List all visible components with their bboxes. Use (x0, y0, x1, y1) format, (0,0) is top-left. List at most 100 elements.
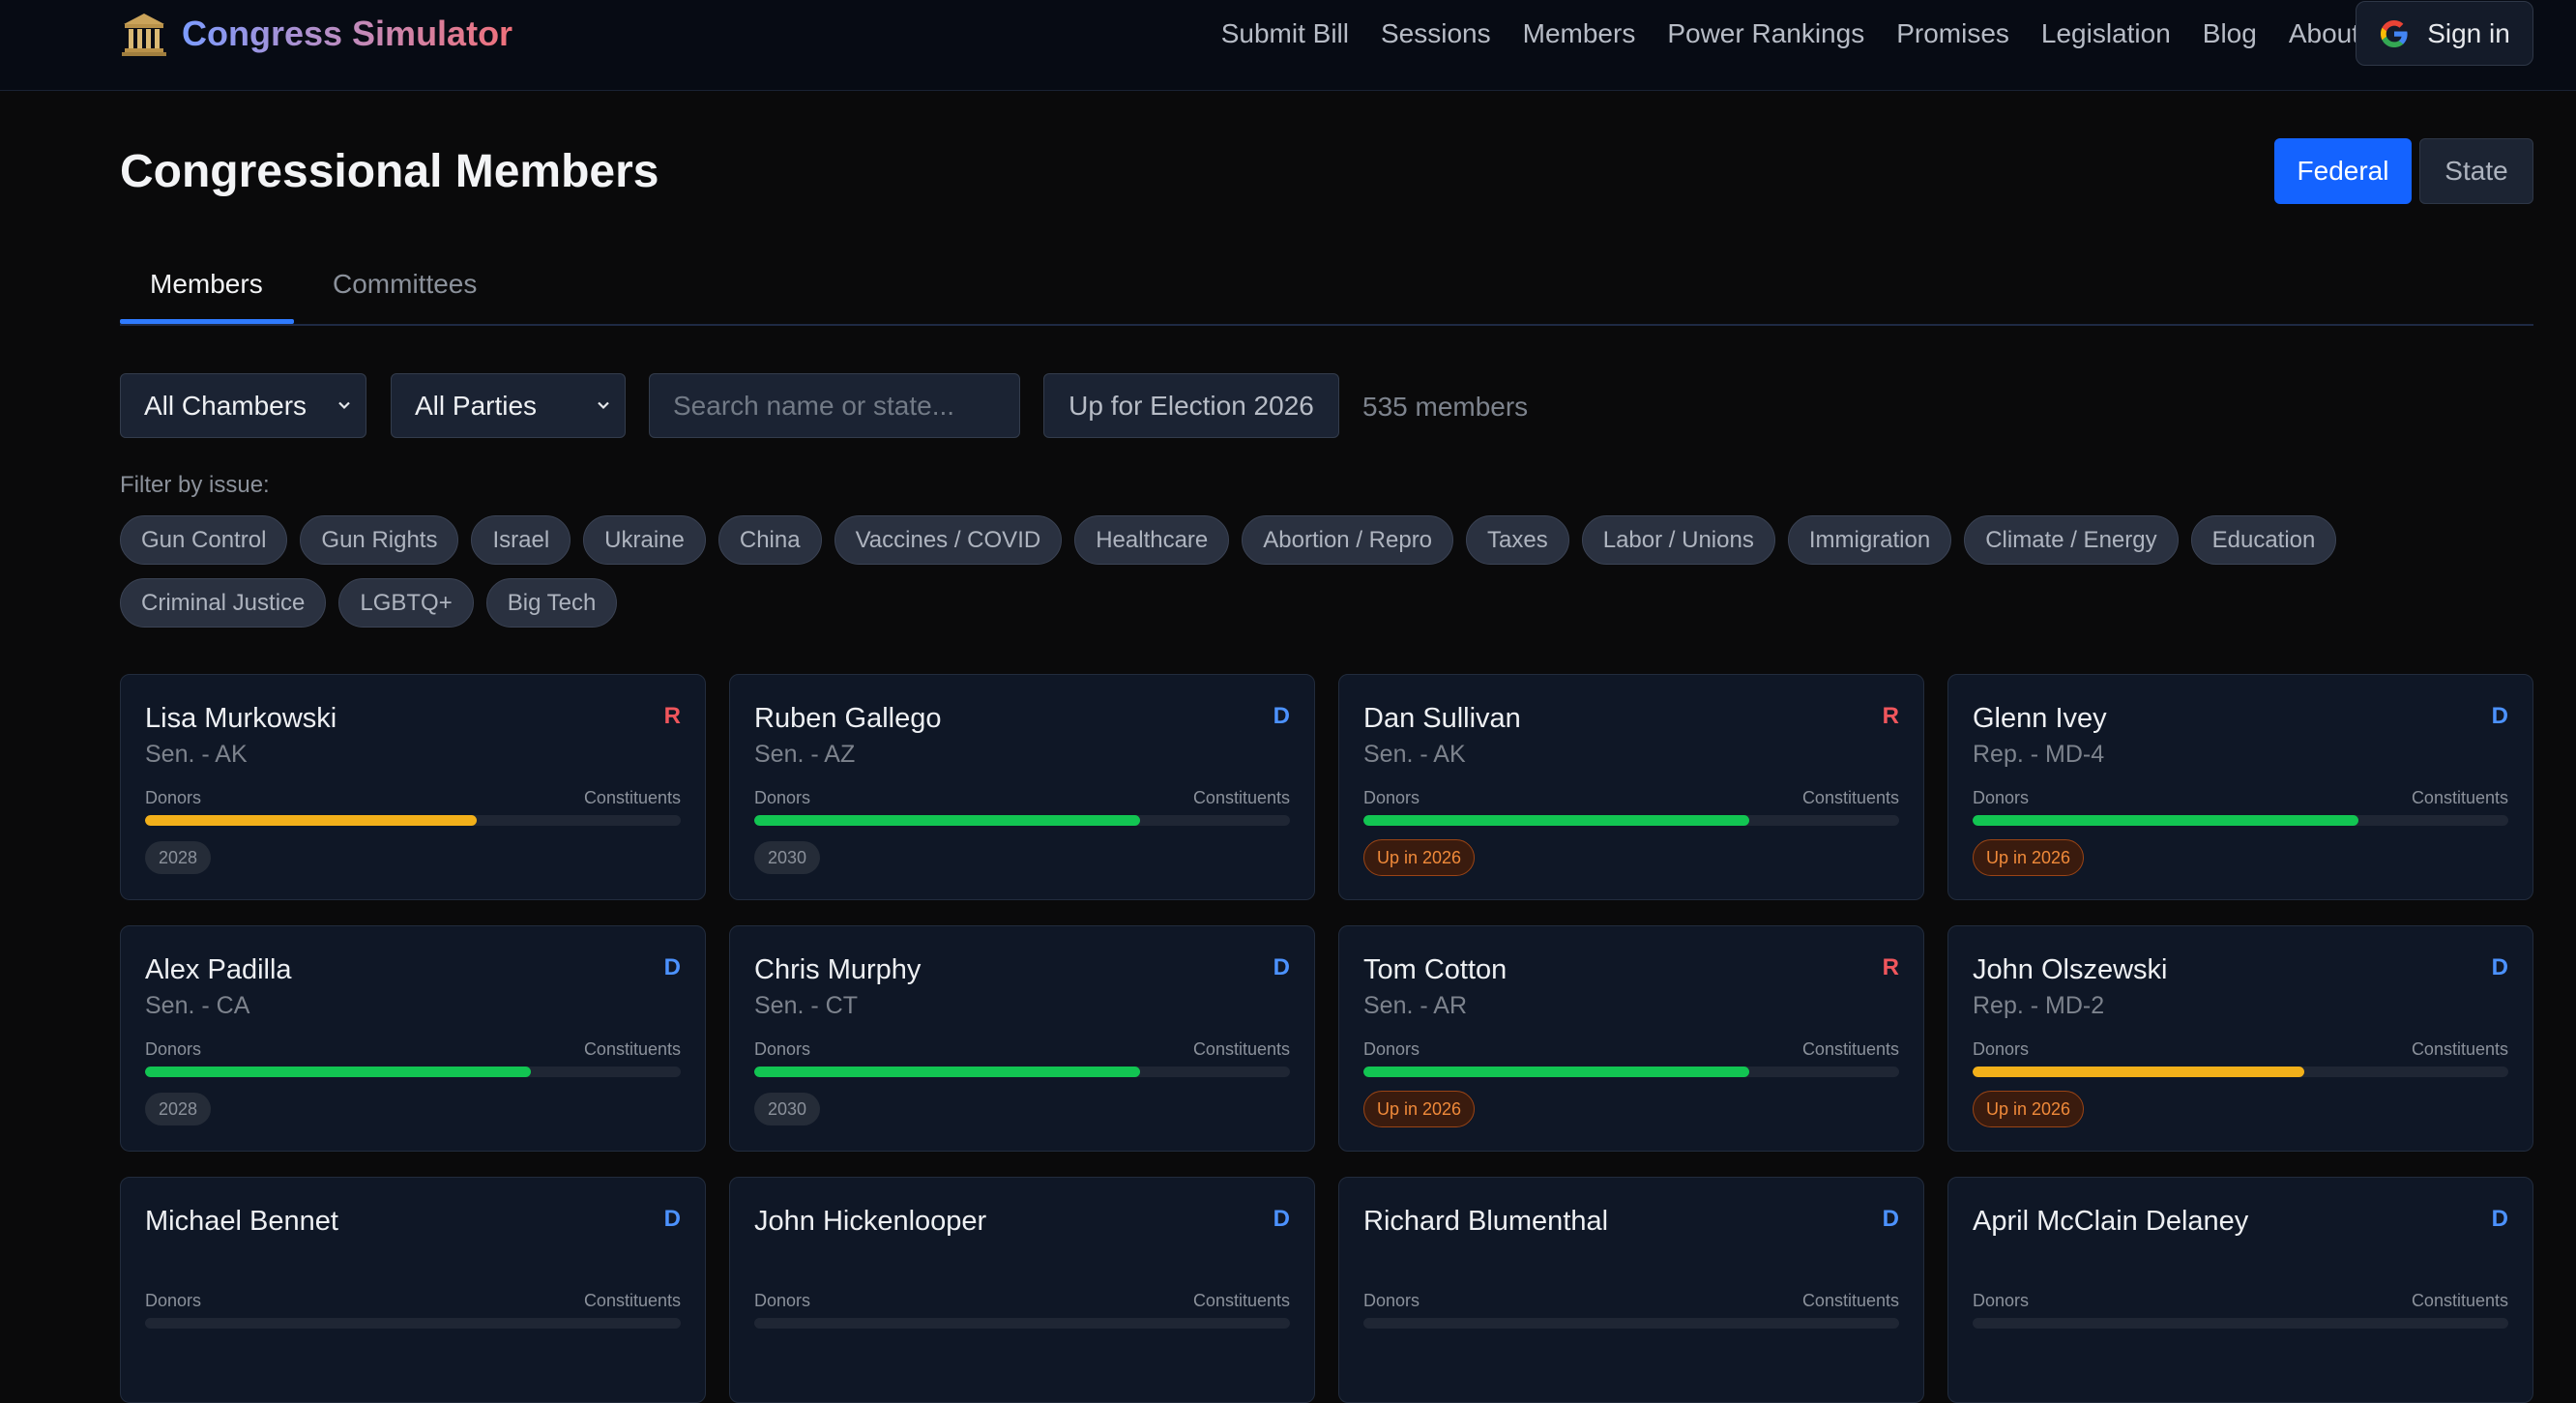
nav-members[interactable]: Members (1523, 18, 1636, 49)
member-card[interactable]: April McClain Delaney D Donors Constituents (1947, 1177, 2533, 1403)
alignment-bar-fill (145, 815, 478, 826)
member-card-grid: Lisa Murkowski R Sen. - AK Donors Constituen… (120, 674, 2533, 1403)
sign-in-button[interactable]: Sign in (2356, 1, 2533, 66)
constituents-label: Constituents (583, 1291, 681, 1310)
donors-label: Donors (1363, 788, 1420, 807)
nav-power-rankings[interactable]: Power Rankings (1667, 18, 1864, 49)
term-end-badge: 2030 (754, 1093, 821, 1125)
donors-label: Donors (1363, 1291, 1420, 1310)
alignment-bar-fill (1363, 1067, 1749, 1077)
nav-legislation[interactable]: Legislation (2041, 18, 2171, 49)
issue-chip[interactable]: Ukraine (583, 515, 706, 565)
nav-promises[interactable]: Promises (1896, 18, 2009, 49)
issue-chip[interactable]: Immigration (1787, 515, 1952, 565)
constituents-label: Constituents (1192, 788, 1290, 807)
election-2026-filter-button[interactable]: Up for Election 2026 (1043, 373, 1339, 438)
member-card[interactable]: Michael Bennet D Donors Constituents (120, 1177, 706, 1403)
alignment-bar (1363, 1318, 1899, 1329)
brand-logo[interactable]: Congress Simulator (120, 10, 512, 58)
member-card[interactable]: John Hickenlooper D Donors Constituents (729, 1177, 1315, 1403)
top-navigation-bar: Congress Simulator Submit Bill Sessions … (0, 0, 2576, 91)
issue-chip-list: Gun Control Gun Rights Israel Ukraine China V… (120, 515, 2460, 628)
chevron-down-icon (338, 401, 350, 410)
donors-label: Donors (1973, 1291, 2030, 1310)
constituents-label: Constituents (583, 1039, 681, 1059)
party-badge: D (2491, 703, 2508, 729)
alignment-bar (1973, 815, 2508, 826)
nav-sessions[interactable]: Sessions (1381, 18, 1491, 49)
member-card[interactable]: Ruben Gallego D Sen. - AZ Donors Constituent… (729, 674, 1315, 900)
tab-committees[interactable]: Committees (333, 269, 477, 300)
issue-chip[interactable]: Taxes (1466, 515, 1569, 565)
alignment-bar (145, 1318, 681, 1329)
issue-chip[interactable]: China (717, 515, 822, 565)
member-card[interactable]: Glenn Ivey D Rep. - MD-4 Donors Constituents… (1947, 674, 2533, 900)
alignment-bar-fill (1363, 815, 1749, 826)
member-card[interactable]: Richard Blumenthal D Donors Constituents (1338, 1177, 1924, 1403)
election-badge: Up in 2026 (1363, 1091, 1476, 1127)
constituents-label: Constituents (2411, 788, 2508, 807)
donors-label: Donors (145, 788, 202, 807)
donors-label: Donors (754, 788, 811, 807)
member-card[interactable]: Chris Murphy D Sen. - CT Donors Constituents… (729, 925, 1315, 1152)
issue-chip[interactable]: Israel (471, 515, 571, 565)
issue-chip[interactable]: Healthcare (1074, 515, 1230, 565)
issue-chip[interactable]: Abortion / Repro (1242, 515, 1454, 565)
member-seat: Sen. - AK (1363, 741, 1466, 768)
main-nav: Submit Bill Sessions Members Power Ranki… (1189, 0, 2359, 68)
member-name: Alex Padilla (145, 954, 292, 985)
issue-chip[interactable]: Criminal Justice (120, 578, 327, 628)
search-input[interactable] (649, 373, 1020, 438)
member-seat: Sen. - AZ (754, 741, 856, 768)
member-card[interactable]: Lisa Murkowski R Sen. - AK Donors Constituen… (120, 674, 706, 900)
chamber-select[interactable]: All Chambers (120, 373, 366, 438)
alignment-bar (145, 1067, 681, 1077)
member-card[interactable]: Dan Sullivan R Sen. - AK Donors Constituents… (1338, 674, 1924, 900)
issue-chip[interactable]: Labor / Unions (1581, 515, 1775, 565)
party-select[interactable]: All Parties (391, 373, 626, 438)
issue-chip[interactable]: LGBTQ+ (338, 578, 474, 628)
constituents-label: Constituents (2411, 1291, 2508, 1310)
member-seat: Sen. - CT (754, 992, 858, 1019)
member-card[interactable]: John Olszewski D Rep. - MD-2 Donors Constitu… (1947, 925, 2533, 1152)
tab-members[interactable]: Members (150, 269, 263, 300)
member-name: Lisa Murkowski (145, 703, 337, 734)
issue-chip[interactable]: Education (2190, 515, 2337, 565)
member-name: Chris Murphy (754, 954, 922, 985)
nav-blog[interactable]: Blog (2203, 18, 2257, 49)
member-seat: Sen. - AK (145, 741, 248, 768)
donors-label: Donors (145, 1039, 202, 1059)
sign-in-label: Sign in (2427, 17, 2510, 48)
issue-chip[interactable]: Gun Rights (300, 515, 459, 565)
alignment-bar (1973, 1318, 2508, 1329)
constituents-label: Constituents (1192, 1039, 1290, 1059)
member-card[interactable]: Tom Cotton R Sen. - AR Donors Constituents Up… (1338, 925, 1924, 1152)
member-name: Tom Cotton (1363, 954, 1508, 985)
member-card[interactable]: Alex Padilla D Sen. - CA Donors Constituents… (120, 925, 706, 1152)
active-tab-indicator (120, 319, 294, 324)
scope-federal-button[interactable]: Federal (2274, 138, 2412, 204)
election-badge: Up in 2026 (1973, 1091, 2085, 1127)
google-icon (2379, 18, 2410, 49)
alignment-bar (1363, 1067, 1899, 1077)
issue-chip[interactable]: Gun Control (120, 515, 288, 565)
term-end-badge: 2028 (145, 1093, 212, 1125)
donors-label: Donors (1363, 1039, 1420, 1059)
nav-submit-bill[interactable]: Submit Bill (1221, 18, 1349, 49)
alignment-bar (1973, 1067, 2508, 1077)
alignment-bar (145, 815, 681, 826)
election-badge: Up in 2026 (1363, 839, 1476, 876)
issue-chip[interactable]: Climate / Energy (1964, 515, 2179, 565)
issue-chip[interactable]: Vaccines / COVID (834, 515, 1063, 565)
alignment-bar-fill (754, 1067, 1140, 1077)
member-count: 535 members (1362, 392, 1529, 422)
nav-about[interactable]: About (2289, 18, 2359, 49)
party-badge: D (1273, 954, 1290, 980)
scope-state-button[interactable]: State (2419, 138, 2533, 204)
donors-label: Donors (754, 1039, 811, 1059)
donors-label: Donors (145, 1291, 202, 1310)
issue-chip[interactable]: Big Tech (485, 578, 618, 628)
member-seat: Rep. - MD-2 (1973, 992, 2105, 1019)
party-badge: R (1882, 703, 1899, 729)
constituents-label: Constituents (583, 788, 681, 807)
